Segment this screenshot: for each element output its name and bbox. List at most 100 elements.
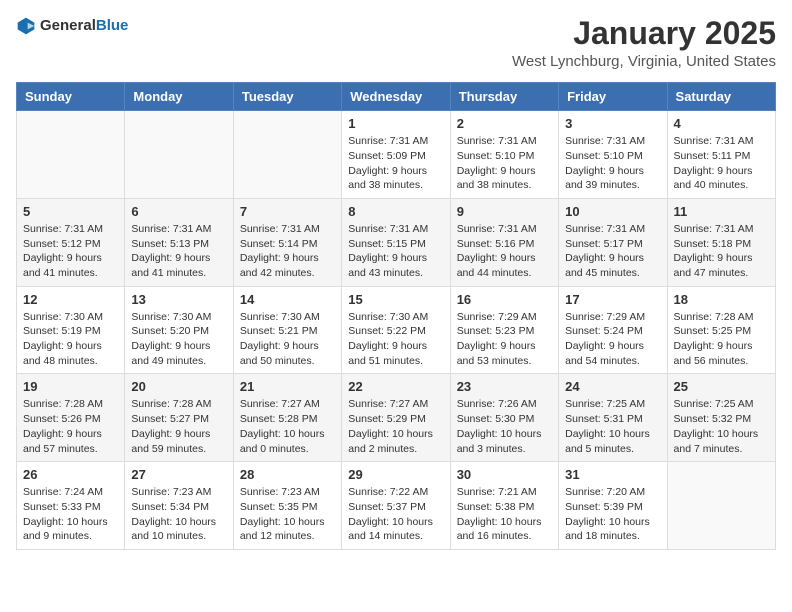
header: GeneralBlue January 2025 West Lynchburg,… xyxy=(16,16,776,70)
day-number: 31 xyxy=(565,467,660,482)
table-row xyxy=(667,462,775,550)
table-row: 30 Sunrise: 7:21 AM Sunset: 5:38 PM Dayli… xyxy=(450,462,558,550)
logo-icon xyxy=(16,16,36,36)
calendar-table: Sunday Monday Tuesday Wednesday Thursday… xyxy=(16,82,776,550)
cell-daylight-info: Sunrise: 7:30 AM Sunset: 5:21 PM Dayligh… xyxy=(240,310,335,369)
day-number: 30 xyxy=(457,467,552,482)
day-number: 29 xyxy=(348,467,443,482)
table-row: 26 Sunrise: 7:24 AM Sunset: 5:33 PM Dayli… xyxy=(17,462,125,550)
calendar-row-4: 19 Sunrise: 7:28 AM Sunset: 5:26 PM Dayli… xyxy=(17,374,776,462)
table-row: 5 Sunrise: 7:31 AM Sunset: 5:12 PM Daylig… xyxy=(17,198,125,286)
header-sunday: Sunday xyxy=(17,83,125,111)
day-number: 20 xyxy=(131,379,226,394)
day-number: 5 xyxy=(23,204,118,219)
cell-daylight-info: Sunrise: 7:29 AM Sunset: 5:24 PM Dayligh… xyxy=(565,310,660,369)
cell-daylight-info: Sunrise: 7:31 AM Sunset: 5:11 PM Dayligh… xyxy=(674,134,769,193)
cell-daylight-info: Sunrise: 7:31 AM Sunset: 5:14 PM Dayligh… xyxy=(240,222,335,281)
table-row: 22 Sunrise: 7:27 AM Sunset: 5:29 PM Dayli… xyxy=(342,374,450,462)
day-number: 25 xyxy=(674,379,769,394)
weekday-header-row: Sunday Monday Tuesday Wednesday Thursday… xyxy=(17,83,776,111)
cell-daylight-info: Sunrise: 7:24 AM Sunset: 5:33 PM Dayligh… xyxy=(23,485,118,544)
day-number: 10 xyxy=(565,204,660,219)
cell-daylight-info: Sunrise: 7:31 AM Sunset: 5:17 PM Dayligh… xyxy=(565,222,660,281)
cell-daylight-info: Sunrise: 7:27 AM Sunset: 5:29 PM Dayligh… xyxy=(348,397,443,456)
location-subtitle: West Lynchburg, Virginia, United States xyxy=(512,53,776,70)
day-number: 2 xyxy=(457,116,552,131)
cell-daylight-info: Sunrise: 7:23 AM Sunset: 5:34 PM Dayligh… xyxy=(131,485,226,544)
cell-daylight-info: Sunrise: 7:31 AM Sunset: 5:18 PM Dayligh… xyxy=(674,222,769,281)
day-number: 27 xyxy=(131,467,226,482)
cell-daylight-info: Sunrise: 7:23 AM Sunset: 5:35 PM Dayligh… xyxy=(240,485,335,544)
cell-daylight-info: Sunrise: 7:25 AM Sunset: 5:31 PM Dayligh… xyxy=(565,397,660,456)
table-row: 1Sunrise: 7:31 AM Sunset: 5:09 PM Daylig… xyxy=(342,111,450,199)
day-number: 9 xyxy=(457,204,552,219)
day-number: 11 xyxy=(674,204,769,219)
day-number: 18 xyxy=(674,292,769,307)
day-number: 21 xyxy=(240,379,335,394)
calendar-row-1: 1Sunrise: 7:31 AM Sunset: 5:09 PM Daylig… xyxy=(17,111,776,199)
day-number: 24 xyxy=(565,379,660,394)
header-tuesday: Tuesday xyxy=(233,83,341,111)
table-row: 4 Sunrise: 7:31 AM Sunset: 5:11 PM Daylig… xyxy=(667,111,775,199)
cell-daylight-info: Sunrise: 7:28 AM Sunset: 5:26 PM Dayligh… xyxy=(23,397,118,456)
day-number: 3 xyxy=(565,116,660,131)
table-row: 25 Sunrise: 7:25 AM Sunset: 5:32 PM Dayli… xyxy=(667,374,775,462)
table-row: 13Sunrise: 7:30 AM Sunset: 5:20 PM Dayli… xyxy=(125,286,233,374)
cell-daylight-info: Sunrise: 7:31 AM Sunset: 5:10 PM Dayligh… xyxy=(457,134,552,193)
table-row xyxy=(233,111,341,199)
table-row: 17 Sunrise: 7:29 AM Sunset: 5:24 PM Dayli… xyxy=(559,286,667,374)
table-row: 23 Sunrise: 7:26 AM Sunset: 5:30 PM Dayli… xyxy=(450,374,558,462)
day-number: 4 xyxy=(674,116,769,131)
cell-daylight-info: Sunrise: 7:30 AM Sunset: 5:19 PM Dayligh… xyxy=(23,310,118,369)
day-number: 26 xyxy=(23,467,118,482)
table-row: 27 Sunrise: 7:23 AM Sunset: 5:34 PM Dayli… xyxy=(125,462,233,550)
cell-daylight-info: Sunrise: 7:25 AM Sunset: 5:32 PM Dayligh… xyxy=(674,397,769,456)
cell-daylight-info: Sunrise: 7:21 AM Sunset: 5:38 PM Dayligh… xyxy=(457,485,552,544)
cell-daylight-info: Sunrise: 7:22 AM Sunset: 5:37 PM Dayligh… xyxy=(348,485,443,544)
table-row: 11 Sunrise: 7:31 AM Sunset: 5:18 PM Dayli… xyxy=(667,198,775,286)
cell-daylight-info: Sunrise: 7:31 AM Sunset: 5:12 PM Dayligh… xyxy=(23,222,118,281)
table-row: 14 Sunrise: 7:30 AM Sunset: 5:21 PM Dayli… xyxy=(233,286,341,374)
calendar-row-5: 26 Sunrise: 7:24 AM Sunset: 5:33 PM Dayli… xyxy=(17,462,776,550)
logo-general: GeneralBlue xyxy=(40,17,128,35)
table-row: 28Sunrise: 7:23 AM Sunset: 5:35 PM Dayli… xyxy=(233,462,341,550)
table-row: 20Sunrise: 7:28 AM Sunset: 5:27 PM Dayli… xyxy=(125,374,233,462)
header-wednesday: Wednesday xyxy=(342,83,450,111)
day-number: 19 xyxy=(23,379,118,394)
cell-daylight-info: Sunrise: 7:29 AM Sunset: 5:23 PM Dayligh… xyxy=(457,310,552,369)
table-row: 18 Sunrise: 7:28 AM Sunset: 5:25 PM Dayli… xyxy=(667,286,775,374)
title-area: January 2025 West Lynchburg, Virginia, U… xyxy=(512,16,776,70)
table-row: 12 Sunrise: 7:30 AM Sunset: 5:19 PM Dayli… xyxy=(17,286,125,374)
cell-daylight-info: Sunrise: 7:26 AM Sunset: 5:30 PM Dayligh… xyxy=(457,397,552,456)
cell-daylight-info: Sunrise: 7:31 AM Sunset: 5:13 PM Dayligh… xyxy=(131,222,226,281)
calendar-row-2: 5 Sunrise: 7:31 AM Sunset: 5:12 PM Daylig… xyxy=(17,198,776,286)
cell-daylight-info: Sunrise: 7:28 AM Sunset: 5:25 PM Dayligh… xyxy=(674,310,769,369)
day-number: 7 xyxy=(240,204,335,219)
day-number: 23 xyxy=(457,379,552,394)
cell-daylight-info: Sunrise: 7:27 AM Sunset: 5:28 PM Dayligh… xyxy=(240,397,335,456)
day-number: 17 xyxy=(565,292,660,307)
table-row: 15Sunrise: 7:30 AM Sunset: 5:22 PM Dayli… xyxy=(342,286,450,374)
table-row: 16 Sunrise: 7:29 AM Sunset: 5:23 PM Dayli… xyxy=(450,286,558,374)
table-row: 3 Sunrise: 7:31 AM Sunset: 5:10 PM Daylig… xyxy=(559,111,667,199)
header-saturday: Saturday xyxy=(667,83,775,111)
day-number: 12 xyxy=(23,292,118,307)
table-row: 6Sunrise: 7:31 AM Sunset: 5:13 PM Daylig… xyxy=(125,198,233,286)
cell-daylight-info: Sunrise: 7:31 AM Sunset: 5:15 PM Dayligh… xyxy=(348,222,443,281)
header-thursday: Thursday xyxy=(450,83,558,111)
table-row: 19 Sunrise: 7:28 AM Sunset: 5:26 PM Dayli… xyxy=(17,374,125,462)
cell-daylight-info: Sunrise: 7:31 AM Sunset: 5:16 PM Dayligh… xyxy=(457,222,552,281)
table-row: 10 Sunrise: 7:31 AM Sunset: 5:17 PM Dayli… xyxy=(559,198,667,286)
header-monday: Monday xyxy=(125,83,233,111)
cell-daylight-info: Sunrise: 7:20 AM Sunset: 5:39 PM Dayligh… xyxy=(565,485,660,544)
day-number: 14 xyxy=(240,292,335,307)
day-number: 22 xyxy=(348,379,443,394)
day-number: 13 xyxy=(131,292,226,307)
cell-daylight-info: Sunrise: 7:31 AM Sunset: 5:10 PM Dayligh… xyxy=(565,134,660,193)
table-row xyxy=(17,111,125,199)
day-number: 16 xyxy=(457,292,552,307)
cell-daylight-info: Sunrise: 7:31 AM Sunset: 5:09 PM Dayligh… xyxy=(348,134,443,193)
table-row: 8Sunrise: 7:31 AM Sunset: 5:15 PM Daylig… xyxy=(342,198,450,286)
table-row: 21 Sunrise: 7:27 AM Sunset: 5:28 PM Dayli… xyxy=(233,374,341,462)
month-title: January 2025 xyxy=(512,16,776,51)
